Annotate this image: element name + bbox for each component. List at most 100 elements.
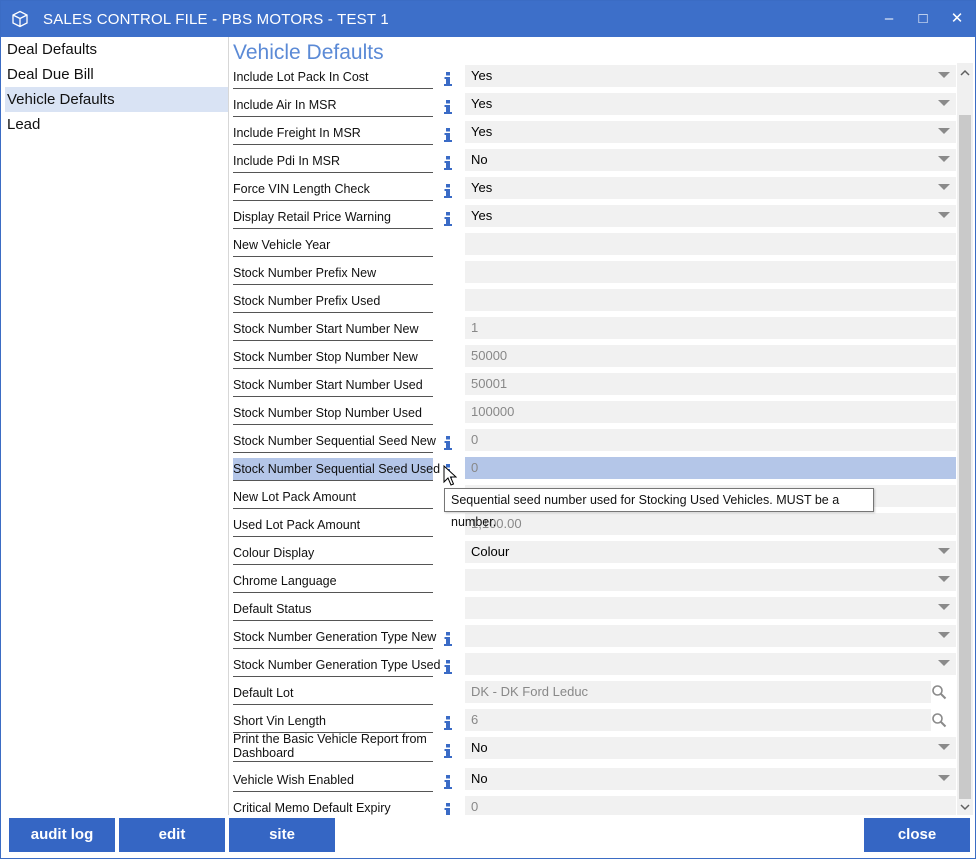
info-icon[interactable] — [440, 631, 456, 647]
minimize-button[interactable]: – — [878, 9, 900, 29]
setting-row[interactable]: Vehicle Wish Enabled No — [229, 768, 957, 796]
chevron-down-icon[interactable] — [938, 128, 950, 134]
chevron-down-icon[interactable] — [938, 775, 950, 781]
info-icon[interactable] — [440, 183, 456, 199]
setting-row[interactable]: Include Pdi In MSR No — [229, 149, 957, 177]
chevron-down-icon[interactable] — [938, 744, 950, 750]
info-icon[interactable] — [440, 774, 456, 790]
chevron-down-icon[interactable] — [938, 604, 950, 610]
magnifier-icon[interactable] — [931, 712, 947, 728]
text-field[interactable] — [465, 233, 956, 255]
lookup-field[interactable]: DK - DK Ford Leduc — [465, 681, 931, 703]
setting-row[interactable]: Stock Number Generation Type Used — [229, 653, 957, 681]
chevron-down-icon[interactable] — [938, 156, 950, 162]
setting-row[interactable]: Stock Number Start Number New 1 — [229, 317, 957, 345]
text-field[interactable]: 50001 — [465, 373, 956, 395]
setting-row[interactable]: Default Status — [229, 597, 957, 625]
close-button[interactable]: close — [864, 818, 970, 852]
dropdown-field[interactable] — [465, 597, 956, 619]
setting-row[interactable]: Colour Display Colour — [229, 541, 957, 569]
text-field[interactable]: 1,100.00 — [465, 513, 956, 535]
setting-row[interactable]: Stock Number Prefix Used — [229, 289, 957, 317]
text-field[interactable] — [465, 261, 956, 283]
setting-row[interactable]: Chrome Language — [229, 569, 957, 597]
chevron-down-icon[interactable] — [938, 660, 950, 666]
info-icon[interactable] — [440, 802, 456, 815]
setting-row[interactable]: Stock Number Start Number Used 50001 — [229, 373, 957, 401]
dropdown-field[interactable]: Colour — [465, 541, 956, 563]
info-icon[interactable] — [440, 127, 456, 143]
setting-row[interactable]: Stock Number Generation Type New — [229, 625, 957, 653]
text-field[interactable]: 50000 — [465, 345, 956, 367]
text-field[interactable]: 1 — [465, 317, 956, 339]
setting-row[interactable]: Stock Number Stop Number New 50000 — [229, 345, 957, 373]
sidebar-item-deal-defaults[interactable]: Deal Defaults — [5, 37, 228, 62]
chevron-down-icon[interactable] — [938, 212, 950, 218]
text-field[interactable]: 0 — [465, 457, 956, 479]
setting-row[interactable]: Print the Basic Vehicle Report from Dash… — [229, 732, 957, 765]
dropdown-field[interactable]: No — [465, 768, 956, 790]
cube-icon — [12, 10, 28, 28]
dropdown-field[interactable] — [465, 625, 956, 647]
maximize-button[interactable]: □ — [912, 9, 934, 29]
info-icon[interactable] — [440, 659, 456, 675]
close-window-button[interactable]: ✕ — [946, 9, 968, 29]
dropdown-field[interactable]: No — [465, 149, 956, 171]
site-button[interactable]: site — [229, 818, 335, 852]
edit-button[interactable]: edit — [119, 818, 225, 852]
chevron-down-icon[interactable] — [938, 632, 950, 638]
info-icon[interactable] — [440, 435, 456, 451]
sidebar-item-deal-due-bill[interactable]: Deal Due Bill — [5, 62, 228, 87]
text-field[interactable]: 0 — [465, 429, 956, 451]
setting-row[interactable]: Display Retail Price Warning Yes — [229, 205, 957, 233]
info-icon[interactable] — [440, 99, 456, 115]
setting-row[interactable]: New Vehicle Year — [229, 233, 957, 261]
text-field[interactable] — [465, 289, 956, 311]
magnifier-icon[interactable] — [931, 684, 947, 700]
dropdown-field[interactable]: No — [465, 737, 956, 759]
setting-row[interactable]: Stock Number Sequential Seed New 0 — [229, 429, 957, 457]
info-icon[interactable] — [440, 211, 456, 227]
setting-row[interactable]: Force VIN Length Check Yes — [229, 177, 957, 205]
dropdown-field[interactable]: Yes — [465, 205, 956, 227]
lookup-field[interactable]: 6 — [465, 709, 931, 731]
dropdown-field[interactable] — [465, 569, 956, 591]
chevron-down-icon[interactable] — [938, 100, 950, 106]
chevron-down-icon[interactable] — [938, 576, 950, 582]
setting-row[interactable]: Include Air In MSR Yes — [229, 93, 957, 121]
setting-label: New Lot Pack Amount — [233, 486, 433, 509]
chevron-down-icon[interactable] — [938, 184, 950, 190]
dropdown-field[interactable]: Yes — [465, 65, 956, 87]
scrollbar-thumb[interactable] — [959, 115, 971, 799]
setting-row[interactable]: Include Freight In MSR Yes — [229, 121, 957, 149]
setting-row[interactable]: Include Lot Pack In Cost Yes — [229, 65, 957, 93]
setting-row[interactable]: Used Lot Pack Amount 1,100.00 — [229, 513, 957, 541]
text-field[interactable]: 100000 — [465, 401, 956, 423]
dropdown-field[interactable]: Yes — [465, 93, 956, 115]
info-icon[interactable] — [440, 155, 456, 171]
dropdown-field[interactable]: Yes — [465, 177, 956, 199]
info-icon[interactable] — [440, 715, 456, 731]
chevron-down-icon[interactable] — [938, 72, 950, 78]
sidebar-item-lead[interactable]: Lead — [5, 112, 228, 137]
sidebar-item-vehicle-defaults[interactable]: Vehicle Defaults — [5, 87, 228, 112]
text-field[interactable]: 0 — [465, 796, 956, 815]
setting-label: Include Lot Pack In Cost — [233, 66, 433, 89]
field-value: 0 — [471, 799, 479, 814]
info-icon[interactable] — [440, 743, 456, 759]
scroll-up-arrow-icon[interactable] — [957, 65, 973, 81]
setting-label: Stock Number Stop Number Used — [233, 402, 433, 425]
setting-row[interactable]: Default Lot DK - DK Ford Leduc — [229, 681, 957, 709]
dropdown-field[interactable]: Yes — [465, 121, 956, 143]
chevron-down-icon[interactable] — [938, 548, 950, 554]
setting-row[interactable]: Stock Number Prefix New — [229, 261, 957, 289]
scroll-down-arrow-icon[interactable] — [957, 799, 973, 815]
setting-row[interactable]: Stock Number Stop Number Used 100000 — [229, 401, 957, 429]
setting-label: Display Retail Price Warning — [233, 206, 433, 229]
setting-row[interactable]: Critical Memo Default Expiry 0 — [229, 796, 957, 815]
field-value: No — [471, 152, 488, 167]
info-icon[interactable] — [440, 71, 456, 87]
dropdown-field[interactable] — [465, 653, 956, 675]
audit-log-button[interactable]: audit log — [9, 818, 115, 852]
setting-row[interactable]: Stock Number Sequential Seed Used 0 — [229, 457, 957, 485]
